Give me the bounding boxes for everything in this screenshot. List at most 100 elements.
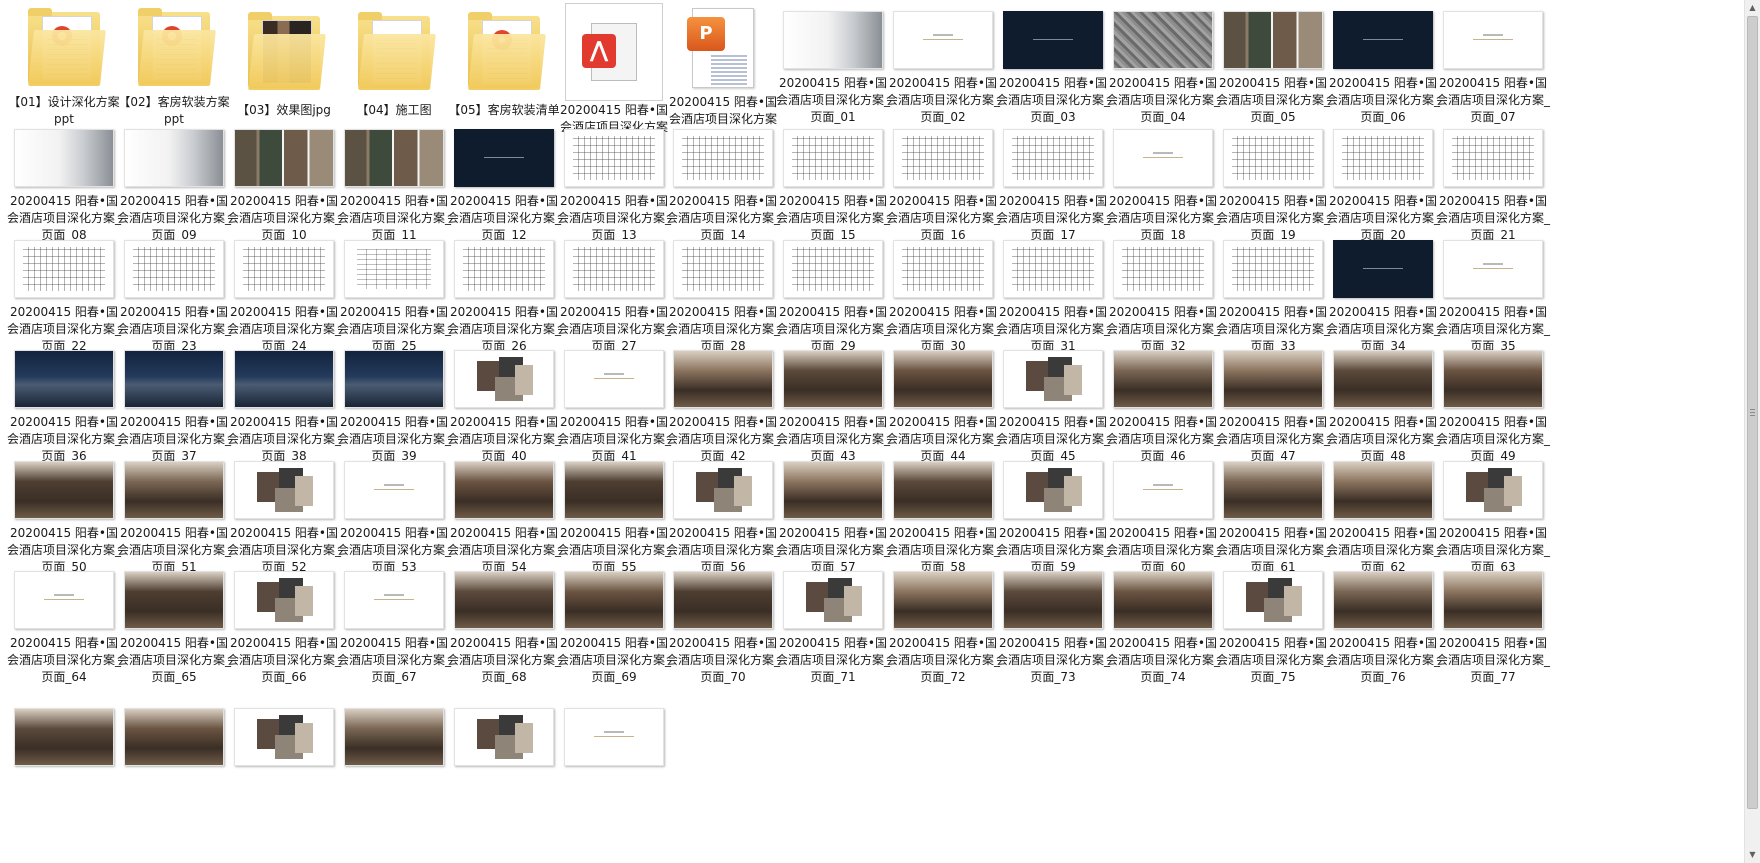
folder-item[interactable]: ⬥ 【05】客房软装清单 [445,8,563,126]
folder-item[interactable]: ● 【01】设计深化方案ppt [5,8,123,126]
file-item[interactable]: 20200415 阳春•国会酒店项目深化方案_页面_07 [1434,8,1552,126]
file-item[interactable]: 20200415 阳春•国会酒店项目深化方案_页面_28 [664,237,782,355]
file-item[interactable]: 20200415 阳春•国会酒店项目深化方案_页面_45 [994,347,1112,465]
file-item[interactable]: P 20200415 阳春•国会酒店项目深化方案 [664,8,782,126]
page-thumbnail-image [234,708,334,766]
file-item[interactable] [115,678,233,796]
file-item[interactable]: 20200415 阳春•国会酒店项目深化方案_页面_31 [994,237,1112,355]
file-item[interactable]: 20200415 阳春•国会酒店项目深化方案_页面_64 [5,568,123,686]
file-item[interactable]: 20200415 阳春•国会酒店项目深化方案_页面_25 [335,237,453,355]
file-item[interactable]: 20200415 阳春•国会酒店项目深化方案_页面_29 [774,237,892,355]
file-item[interactable]: 20200415 阳春•国会酒店项目深化方案_页面_61 [1214,458,1332,576]
file-item[interactable]: 20200415 阳春•国会酒店项目深化方案_页面_11 [335,126,453,244]
file-item[interactable]: 20200415 阳春•国会酒店项目深化方案_页面_13 [555,126,673,244]
file-item[interactable]: 20200415 阳春•国会酒店项目深化方案_页面_19 [1214,126,1332,244]
file-item[interactable]: 20200415 阳春•国会酒店项目深化方案_页面_17 [994,126,1112,244]
file-item[interactable]: 20200415 阳春•国会酒店项目深化方案_页面_49 [1434,347,1552,465]
file-item[interactable]: 20200415 阳春•国会酒店项目深化方案_页面_12 [445,126,563,244]
file-item[interactable]: 20200415 阳春•国会酒店项目深化方案_页面_34 [1324,237,1442,355]
file-item[interactable]: 20200415 阳春•国会酒店项目深化方案_页面_73 [994,568,1112,686]
page-thumbnail-image [1113,350,1213,408]
file-item[interactable]: 20200415 阳春•国会酒店项目深化方案_页面_59 [994,458,1112,576]
file-item[interactable] [225,678,343,796]
file-item[interactable]: 20200415 阳春•国会酒店项目深化方案_页面_23 [115,237,233,355]
scroll-down-arrow-icon[interactable]: ▼ [1745,847,1760,863]
scrollbar-thumb[interactable] [1747,16,1758,809]
file-item[interactable]: ⋀ 20200415 阳春•国会酒店项目深化方案 [555,3,673,134]
file-name-label: 20200415 阳春•国会酒店项目深化方案_页面_77 [1436,636,1551,684]
file-item[interactable] [335,678,453,796]
file-item[interactable]: 20200415 阳春•国会酒店项目深化方案_页面_44 [884,347,1002,465]
file-item[interactable]: 20200415 阳春•国会酒店项目深化方案_页面_75 [1214,568,1332,686]
page-thumbnail-image [783,350,883,408]
file-item[interactable]: 20200415 阳春•国会酒店项目深化方案_页面_08 [5,126,123,244]
file-item[interactable]: 20200415 阳春•国会酒店项目深化方案_页面_10 [225,126,343,244]
file-item[interactable]: 20200415 阳春•国会酒店项目深化方案_页面_09 [115,126,233,244]
scroll-up-arrow-icon[interactable]: ▲ [1745,0,1760,16]
file-item[interactable]: 20200415 阳春•国会酒店项目深化方案_页面_48 [1324,347,1442,465]
file-item[interactable]: 20200415 阳春•国会酒店项目深化方案_页面_30 [884,237,1002,355]
file-item[interactable]: 20200415 阳春•国会酒店项目深化方案_页面_05 [1214,8,1332,126]
file-item[interactable]: 20200415 阳春•国会酒店项目深化方案_页面_68 [445,568,563,686]
file-item[interactable]: 20200415 阳春•国会酒店项目深化方案_页面_42 [664,347,782,465]
file-item[interactable]: 20200415 阳春•国会酒店项目深化方案_页面_14 [664,126,782,244]
file-item[interactable]: 20200415 阳春•国会酒店项目深化方案_页面_35 [1434,237,1552,355]
file-item[interactable]: 20200415 阳春•国会酒店项目深化方案_页面_43 [774,347,892,465]
file-item[interactable]: 20200415 阳春•国会酒店项目深化方案_页面_38 [225,347,343,465]
file-item[interactable]: 20200415 阳春•国会酒店项目深化方案_页面_51 [115,458,233,576]
file-item[interactable]: 20200415 阳春•国会酒店项目深化方案_页面_54 [445,458,563,576]
file-item[interactable]: 20200415 阳春•国会酒店项目深化方案_页面_46 [1104,347,1222,465]
file-item[interactable]: 20200415 阳春•国会酒店项目深化方案_页面_39 [335,347,453,465]
file-item[interactable]: 20200415 阳春•国会酒店项目深化方案_页面_24 [225,237,343,355]
file-item[interactable]: 20200415 阳春•国会酒店项目深化方案_页面_36 [5,347,123,465]
file-item[interactable]: 20200415 阳春•国会酒店项目深化方案_页面_20 [1324,126,1442,244]
file-item[interactable]: 20200415 阳春•国会酒店项目深化方案_页面_01 [774,8,892,126]
file-item[interactable]: 20200415 阳春•国会酒店项目深化方案_页面_15 [774,126,892,244]
file-item[interactable]: 20200415 阳春•国会酒店项目深化方案_页面_41 [555,347,673,465]
file-item[interactable]: 20200415 阳春•国会酒店项目深化方案_页面_18 [1104,126,1222,244]
file-item[interactable]: 20200415 阳春•国会酒店项目深化方案_页面_60 [1104,458,1222,576]
file-item[interactable]: 20200415 阳春•国会酒店项目深化方案_页面_62 [1324,458,1442,576]
file-item[interactable]: 20200415 阳春•国会酒店项目深化方案_页面_74 [1104,568,1222,686]
file-item[interactable]: 20200415 阳春•国会酒店项目深化方案_页面_70 [664,568,782,686]
file-item[interactable] [445,678,563,796]
file-item[interactable]: 20200415 阳春•国会酒店项目深化方案_页面_76 [1324,568,1442,686]
file-item[interactable]: 20200415 阳春•国会酒店项目深化方案_页面_16 [884,126,1002,244]
file-item[interactable]: 20200415 阳春•国会酒店项目深化方案_页面_52 [225,458,343,576]
page-thumbnail-image [234,461,334,519]
file-item[interactable]: 20200415 阳春•国会酒店项目深化方案_页面_69 [555,568,673,686]
file-item[interactable]: 20200415 阳春•国会酒店项目深化方案_页面_55 [555,458,673,576]
file-item[interactable]: 20200415 阳春•国会酒店项目深化方案_页面_57 [774,458,892,576]
file-item[interactable]: 20200415 阳春•国会酒店项目深化方案_页面_06 [1324,8,1442,126]
vertical-scrollbar[interactable]: ▲ ▼ [1744,0,1760,863]
file-item[interactable]: 20200415 阳春•国会酒店项目深化方案_页面_71 [774,568,892,686]
file-item[interactable]: 20200415 阳春•国会酒店项目深化方案_页面_77 [1434,568,1552,686]
file-item[interactable]: 20200415 阳春•国会酒店项目深化方案_页面_72 [884,568,1002,686]
file-item[interactable]: 20200415 阳春•国会酒店项目深化方案_页面_53 [335,458,453,576]
file-item[interactable]: 20200415 阳春•国会酒店项目深化方案_页面_33 [1214,237,1332,355]
file-item[interactable]: 20200415 阳春•国会酒店项目深化方案_页面_22 [5,237,123,355]
file-item[interactable] [555,678,673,796]
file-item[interactable]: 20200415 阳春•国会酒店项目深化方案_页面_58 [884,458,1002,576]
file-item[interactable]: 20200415 阳春•国会酒店项目深化方案_页面_03 [994,8,1112,126]
file-item[interactable]: 20200415 阳春•国会酒店项目深化方案_页面_63 [1434,458,1552,576]
file-item[interactable]: 20200415 阳春•国会酒店项目深化方案_页面_27 [555,237,673,355]
file-item[interactable]: 20200415 阳春•国会酒店项目深化方案_页面_32 [1104,237,1222,355]
file-item[interactable]: 20200415 阳春•国会酒店项目深化方案_页面_66 [225,568,343,686]
folder-item[interactable]: ● 【02】客房软装方案ppt [115,8,233,126]
file-item[interactable]: 20200415 阳春•国会酒店项目深化方案_页面_26 [445,237,563,355]
file-name-label: 20200415 阳春•国会酒店项目深化方案 [668,95,777,126]
file-item[interactable]: 20200415 阳春•国会酒店项目深化方案_页面_04 [1104,8,1222,126]
file-item[interactable]: 20200415 阳春•国会酒店项目深化方案_页面_40 [445,347,563,465]
file-item[interactable]: 20200415 阳春•国会酒店项目深化方案_页面_65 [115,568,233,686]
folder-item[interactable]: 【04】施工图 [335,8,453,126]
file-item[interactable]: 20200415 阳春•国会酒店项目深化方案_页面_02 [884,8,1002,126]
file-item[interactable]: 20200415 阳春•国会酒店项目深化方案_页面_50 [5,458,123,576]
file-item[interactable]: 20200415 阳春•国会酒店项目深化方案_页面_67 [335,568,453,686]
file-item[interactable]: 20200415 阳春•国会酒店项目深化方案_页面_56 [664,458,782,576]
folder-item[interactable]: 【03】效果图jpg [225,8,343,126]
file-item[interactable]: 20200415 阳春•国会酒店项目深化方案_页面_37 [115,347,233,465]
file-item[interactable] [5,678,123,796]
file-item[interactable]: 20200415 阳春•国会酒店项目深化方案_页面_21 [1434,126,1552,244]
file-item[interactable]: 20200415 阳春•国会酒店项目深化方案_页面_47 [1214,347,1332,465]
